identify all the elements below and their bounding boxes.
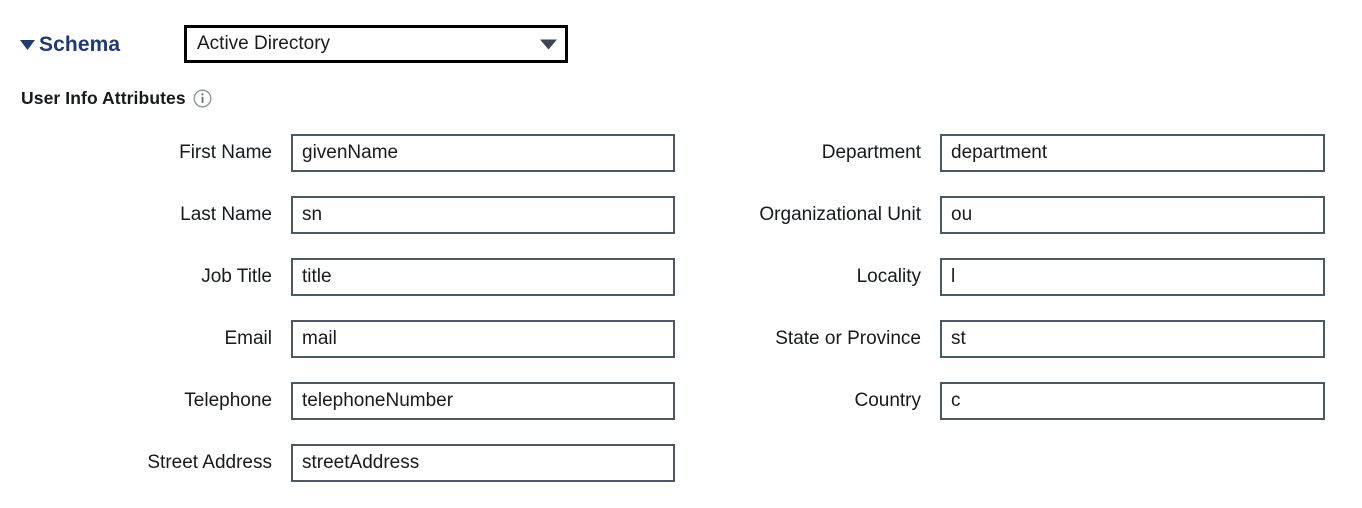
- input-telephone[interactable]: [291, 382, 675, 420]
- input-job-title[interactable]: [291, 258, 675, 296]
- chevron-down-icon[interactable]: [531, 39, 565, 50]
- input-last-name[interactable]: [291, 196, 675, 234]
- schema-section-title: Schema: [39, 33, 121, 56]
- label-organizational-unit: Organizational Unit: [759, 204, 921, 225]
- info-icon[interactable]: [193, 89, 212, 108]
- input-department[interactable]: [940, 134, 1325, 172]
- label-department: Department: [821, 142, 921, 163]
- field-row-locality: Locality: [649, 258, 1325, 320]
- input-country[interactable]: [940, 382, 1325, 420]
- input-street-address[interactable]: [291, 444, 675, 482]
- field-row-first-name: First Name: [0, 134, 675, 196]
- label-email: Email: [224, 328, 272, 349]
- triangle-down-icon[interactable]: [19, 37, 35, 53]
- input-state-or-province[interactable]: [940, 320, 1325, 358]
- right-column: Department Organizational Unit Locality …: [649, 134, 1325, 444]
- left-column: First Name Last Name Job Title Email Tel…: [0, 134, 675, 506]
- label-telephone: Telephone: [184, 390, 272, 411]
- subheading-label: User Info Attributes: [21, 87, 186, 108]
- schema-dropdown-value: Active Directory: [197, 33, 331, 54]
- label-first-name: First Name: [179, 142, 272, 163]
- input-organizational-unit[interactable]: [940, 196, 1325, 234]
- field-row-telephone: Telephone: [0, 382, 675, 444]
- input-locality[interactable]: [940, 258, 1325, 296]
- label-country: Country: [854, 390, 921, 411]
- field-row-state-or-province: State or Province: [649, 320, 1325, 382]
- label-street-address: Street Address: [147, 452, 272, 473]
- label-state-or-province: State or Province: [775, 328, 921, 349]
- field-row-job-title: Job Title: [0, 258, 675, 320]
- schema-dropdown[interactable]: Active Directory: [184, 25, 568, 63]
- label-locality: Locality: [856, 266, 921, 287]
- schema-section-header[interactable]: Schema: [0, 22, 120, 68]
- user-info-attributes-heading: User Info Attributes: [21, 85, 212, 111]
- field-row-street-address: Street Address: [0, 444, 675, 506]
- field-row-last-name: Last Name: [0, 196, 675, 258]
- field-row-organizational-unit: Organizational Unit: [649, 196, 1325, 258]
- input-email[interactable]: [291, 320, 675, 358]
- field-row-email: Email: [0, 320, 675, 382]
- field-row-department: Department: [649, 134, 1325, 196]
- label-job-title: Job Title: [201, 266, 272, 287]
- field-row-country: Country: [649, 382, 1325, 444]
- input-first-name[interactable]: [291, 134, 675, 172]
- label-last-name: Last Name: [180, 204, 272, 225]
